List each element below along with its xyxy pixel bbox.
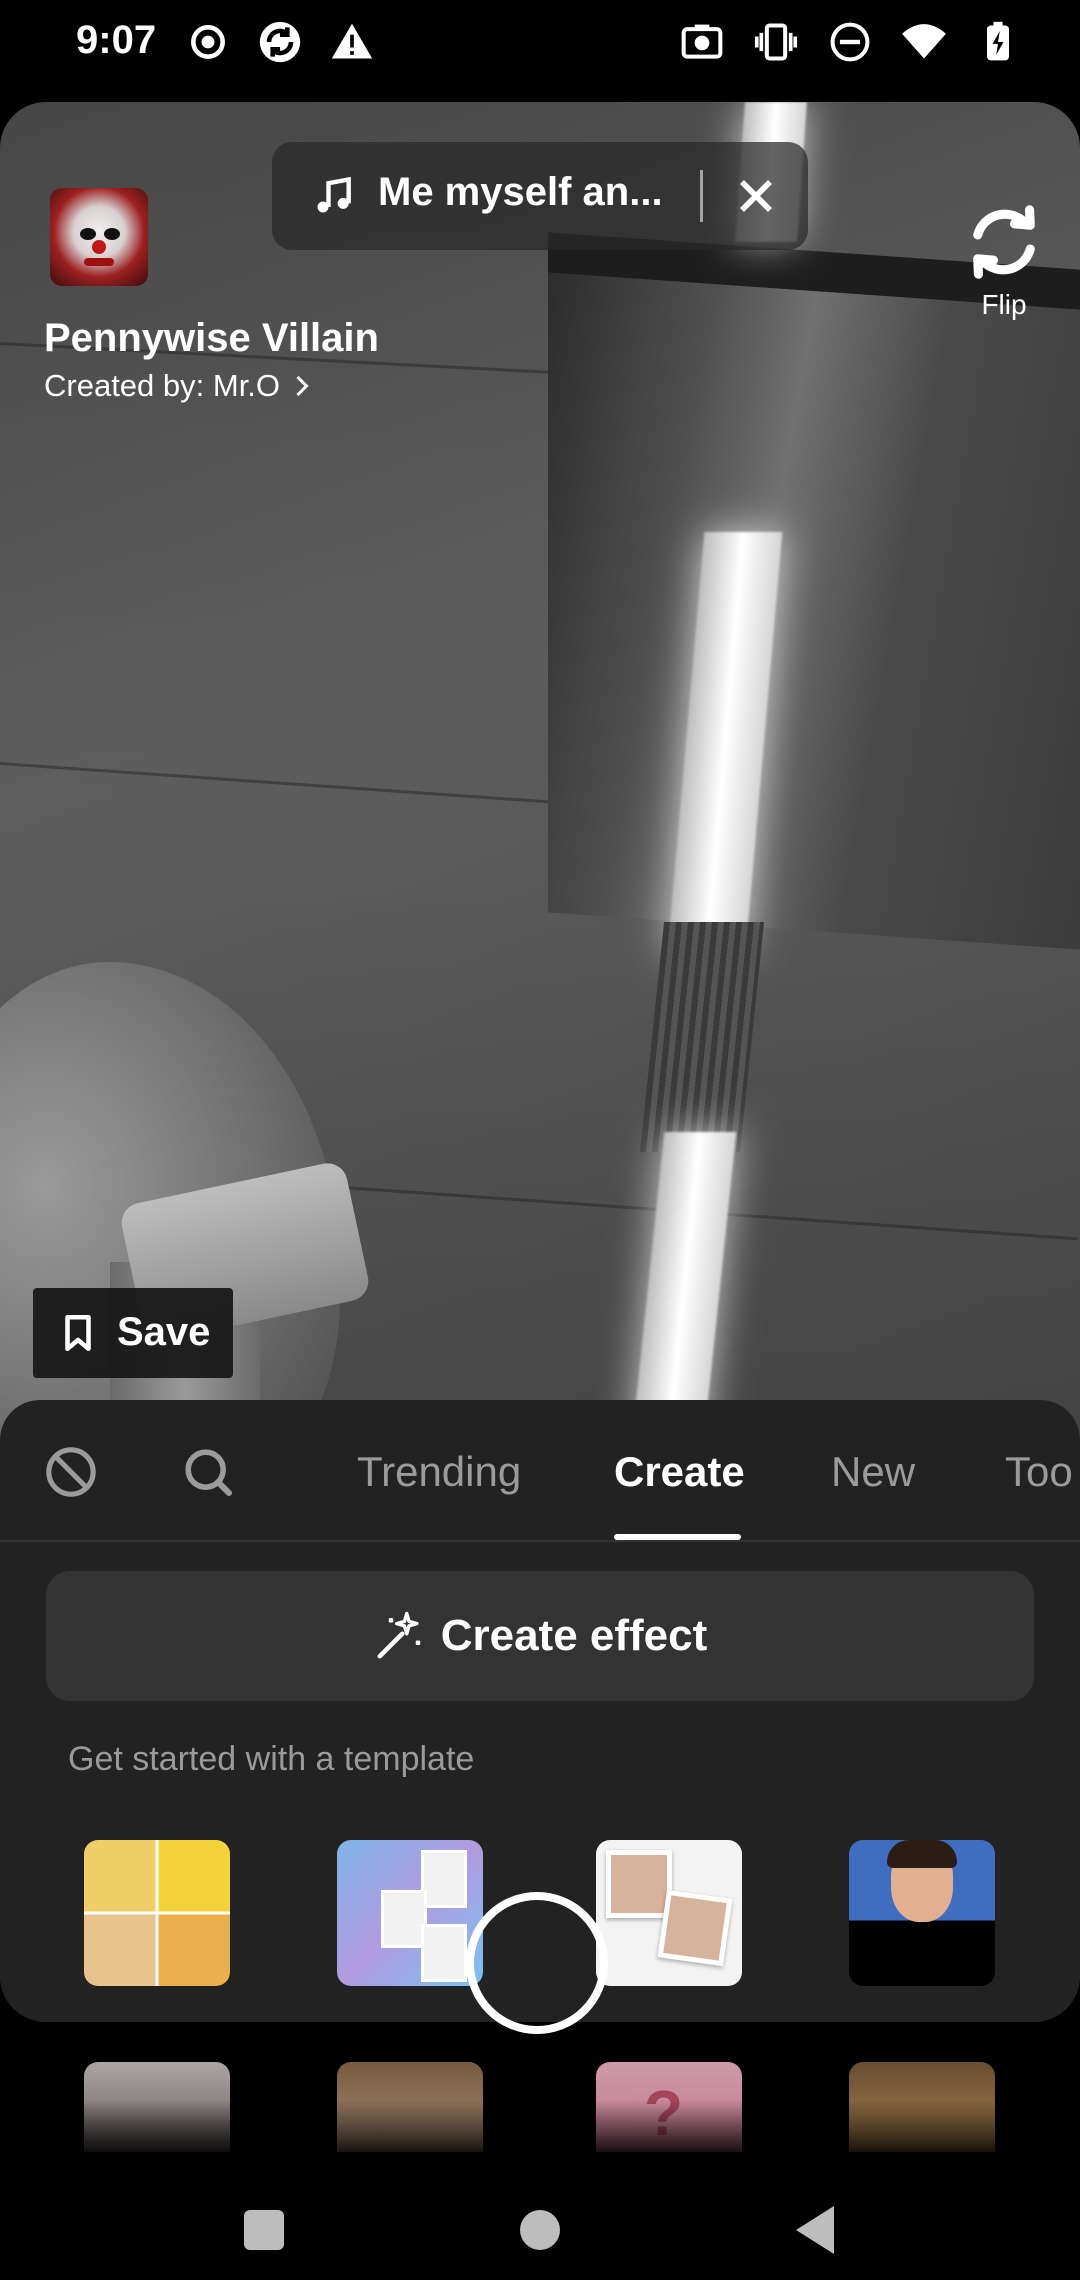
- thumbnail-detail: [606, 1850, 672, 1918]
- effect-creator-link[interactable]: Created by: Mr.O: [44, 368, 311, 404]
- thumbnail-detail: [84, 258, 114, 266]
- save-button[interactable]: Save: [33, 1288, 233, 1378]
- thumbnail-detail: [421, 1850, 467, 1908]
- scene-detail: [548, 272, 1080, 952]
- system-nav-bar: [0, 2160, 1080, 2280]
- create-effect-label: Create effect: [440, 1611, 708, 1660]
- flip-camera-icon: [973, 205, 1035, 279]
- battery-charging-icon: [987, 21, 1009, 61]
- thumbnail-detail: [80, 228, 96, 240]
- tab-new[interactable]: New: [831, 1448, 915, 1496]
- thumbnail-detail: [92, 240, 106, 254]
- template-thumbnail[interactable]: [849, 1840, 995, 1986]
- tab-tools[interactable]: Too: [1005, 1448, 1073, 1496]
- template-thumbnail[interactable]: [596, 1840, 742, 1986]
- thumbnail-detail: [104, 228, 120, 240]
- effects-tab-bar: Trending Create New Too: [0, 1400, 1080, 1542]
- vibrate-icon: [754, 23, 798, 61]
- divider: [700, 170, 703, 222]
- tab-create[interactable]: Create: [614, 1448, 745, 1496]
- thumbnail-detail: [887, 1840, 957, 1868]
- template-hint: Get started with a template: [68, 1740, 475, 1778]
- music-note-icon: [317, 176, 351, 213]
- sync-icon: [259, 21, 301, 63]
- music-title[interactable]: Me myself an...: [378, 170, 663, 215]
- thumbnail-detail: [657, 1889, 733, 1967]
- chevron-right-icon: [296, 375, 309, 397]
- search-icon[interactable]: [180, 1444, 236, 1500]
- create-effect-button[interactable]: Create effect: [46, 1571, 1034, 1701]
- effect-creator-text: Created by: Mr.O: [44, 368, 281, 403]
- bookmark-icon: [65, 1314, 91, 1352]
- flip-camera-button[interactable]: Flip: [954, 200, 1054, 320]
- record-button[interactable]: [466, 1892, 608, 2034]
- scene-detail: [631, 1132, 737, 1442]
- close-icon[interactable]: [732, 172, 780, 220]
- no-effect-icon[interactable]: [43, 1444, 99, 1500]
- music-selector[interactable]: Me myself an...: [272, 142, 808, 250]
- magic-wand-icon: [377, 1611, 420, 1659]
- scene-detail: [639, 922, 765, 1152]
- fade-overlay: [0, 2100, 1080, 2160]
- effect-name[interactable]: Pennywise Villain: [44, 316, 379, 361]
- dnd-icon: [830, 22, 870, 62]
- warning-icon: [331, 23, 373, 59]
- record-icon: [191, 25, 225, 59]
- back-button[interactable]: [796, 2206, 834, 2254]
- screenshot-icon: [681, 24, 723, 59]
- home-button[interactable]: [520, 2210, 560, 2250]
- flip-label: Flip: [981, 289, 1027, 320]
- recent-apps-button[interactable]: [244, 2210, 284, 2250]
- status-time: 9:07: [76, 18, 157, 62]
- thumbnail-detail: [421, 1924, 467, 1982]
- effect-thumbnail[interactable]: [50, 188, 148, 286]
- template-thumbnail[interactable]: [337, 1840, 483, 1986]
- template-thumbnail[interactable]: [84, 1840, 230, 1986]
- status-bar: 9:07: [0, 0, 1080, 100]
- save-label: Save: [117, 1310, 211, 1354]
- wifi-icon: [902, 24, 946, 59]
- tab-trending[interactable]: Trending: [357, 1448, 521, 1496]
- active-tab-indicator: [614, 1534, 741, 1540]
